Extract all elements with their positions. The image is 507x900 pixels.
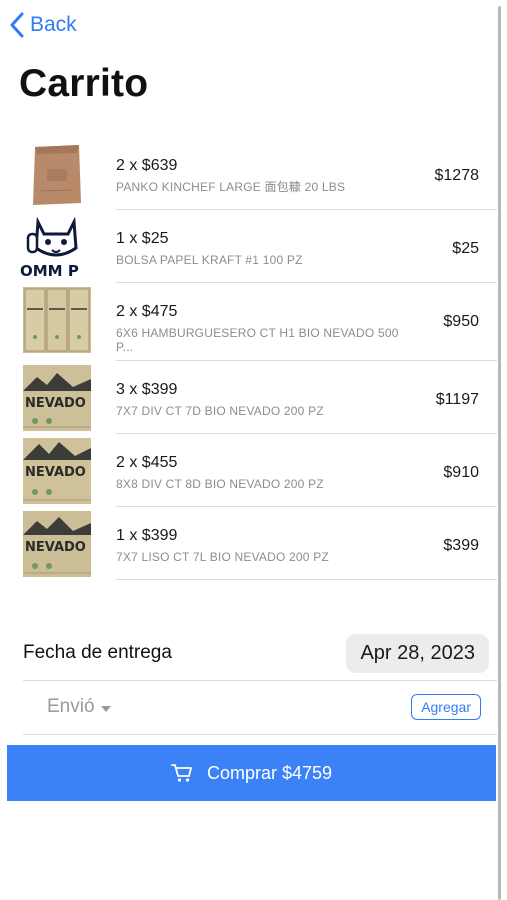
cart-item[interactable]: NEVADO 2 x $455 8X8 DIV CT 8D BIO NEVADO… [0, 434, 497, 507]
item-description: 6X6 HAMBURGUESERO CT H1 BIO NEVADO 500 P… [116, 326, 399, 354]
section-divider [23, 734, 497, 735]
scrollbar[interactable] [498, 6, 501, 900]
item-qty-price: 2 x $475 [116, 303, 178, 320]
item-qty-price: 2 x $639 [116, 157, 178, 174]
item-qty-price: 1 x $25 [116, 230, 169, 247]
item-total: $399 [443, 537, 479, 554]
thumb-brand-text: NEVADO [25, 396, 86, 411]
item-description: 7X7 LISO CT 7L BIO NEVADO 200 PZ [116, 550, 329, 564]
delivery-date-picker[interactable]: Apr 28, 2023 [346, 634, 489, 673]
item-total: $25 [452, 240, 479, 257]
item-qty-price: 3 x $399 [116, 381, 178, 398]
item-total: $910 [443, 464, 479, 481]
product-thumbnail: NEVADO [23, 511, 91, 577]
cart-item[interactable]: 2 x $639 PANKO KINCHEF LARGE 面包糠 20 LBS … [0, 137, 497, 210]
cart-screen: Back Carrito 2 x $639 PANKO KINCHEF LARG… [0, 0, 507, 900]
page-title: Carrito [19, 62, 149, 105]
thumb-brand-text: NEVADO [25, 540, 86, 555]
item-description: 7X7 DIV CT 7D BIO NEVADO 200 PZ [116, 404, 324, 418]
buy-button-label: Comprar $4759 [206, 762, 333, 783]
shipping-select[interactable]: Envió [47, 696, 111, 718]
section-divider [23, 680, 497, 681]
shipping-row: Envió Agregar [0, 682, 497, 734]
product-thumbnail: OMM P [18, 214, 94, 280]
cart-item[interactable]: NEVADO 3 x $399 7X7 DIV CT 7D BIO NEVADO… [0, 361, 497, 434]
delivery-date-label: Fecha de entrega [23, 642, 172, 663]
thumb-brand-text: NEVADO [25, 465, 86, 480]
product-thumbnail: NEVADO [23, 438, 91, 504]
item-total: $1197 [435, 391, 479, 408]
cart-list: 2 x $639 PANKO KINCHEF LARGE 面包糠 20 LBS … [0, 137, 497, 580]
cart-item[interactable]: 2 x $475 6X6 HAMBURGUESERO CT H1 BIO NEV… [0, 283, 497, 361]
shipping-select-label: Envió [47, 696, 95, 717]
row-divider [116, 579, 497, 580]
back-label: Back [30, 13, 77, 36]
buy-button[interactable]: Comprar $4759 [7, 745, 496, 801]
product-thumbnail [23, 141, 91, 207]
cart-icon [171, 764, 192, 782]
product-thumbnail: NEVADO [23, 365, 91, 431]
add-button[interactable]: Agregar [411, 694, 481, 720]
cart-item[interactable]: NEVADO 1 x $399 7X7 LISO CT 7L BIO NEVAD… [0, 507, 497, 580]
thumb-logo-text: OMM P [20, 262, 79, 280]
item-qty-price: 1 x $399 [116, 527, 178, 544]
caret-down-icon [100, 705, 111, 712]
back-button[interactable]: Back [10, 12, 77, 38]
delivery-date-row: Fecha de entrega Apr 28, 2023 [0, 628, 497, 680]
item-description: BOLSA PAPEL KRAFT #1 100 PZ [116, 253, 303, 267]
item-total: $1278 [434, 167, 480, 184]
item-qty-price: 2 x $455 [116, 454, 178, 471]
item-description: PANKO KINCHEF LARGE 面包糠 20 LBS [116, 180, 346, 194]
cart-item[interactable]: OMM P 1 x $25 BOLSA PAPEL KRAFT #1 100 P… [0, 210, 497, 283]
product-thumbnail [23, 287, 91, 353]
chevron-left-icon [10, 12, 24, 38]
item-description: 8X8 DIV CT 8D BIO NEVADO 200 PZ [116, 477, 324, 491]
item-total: $950 [443, 313, 479, 330]
